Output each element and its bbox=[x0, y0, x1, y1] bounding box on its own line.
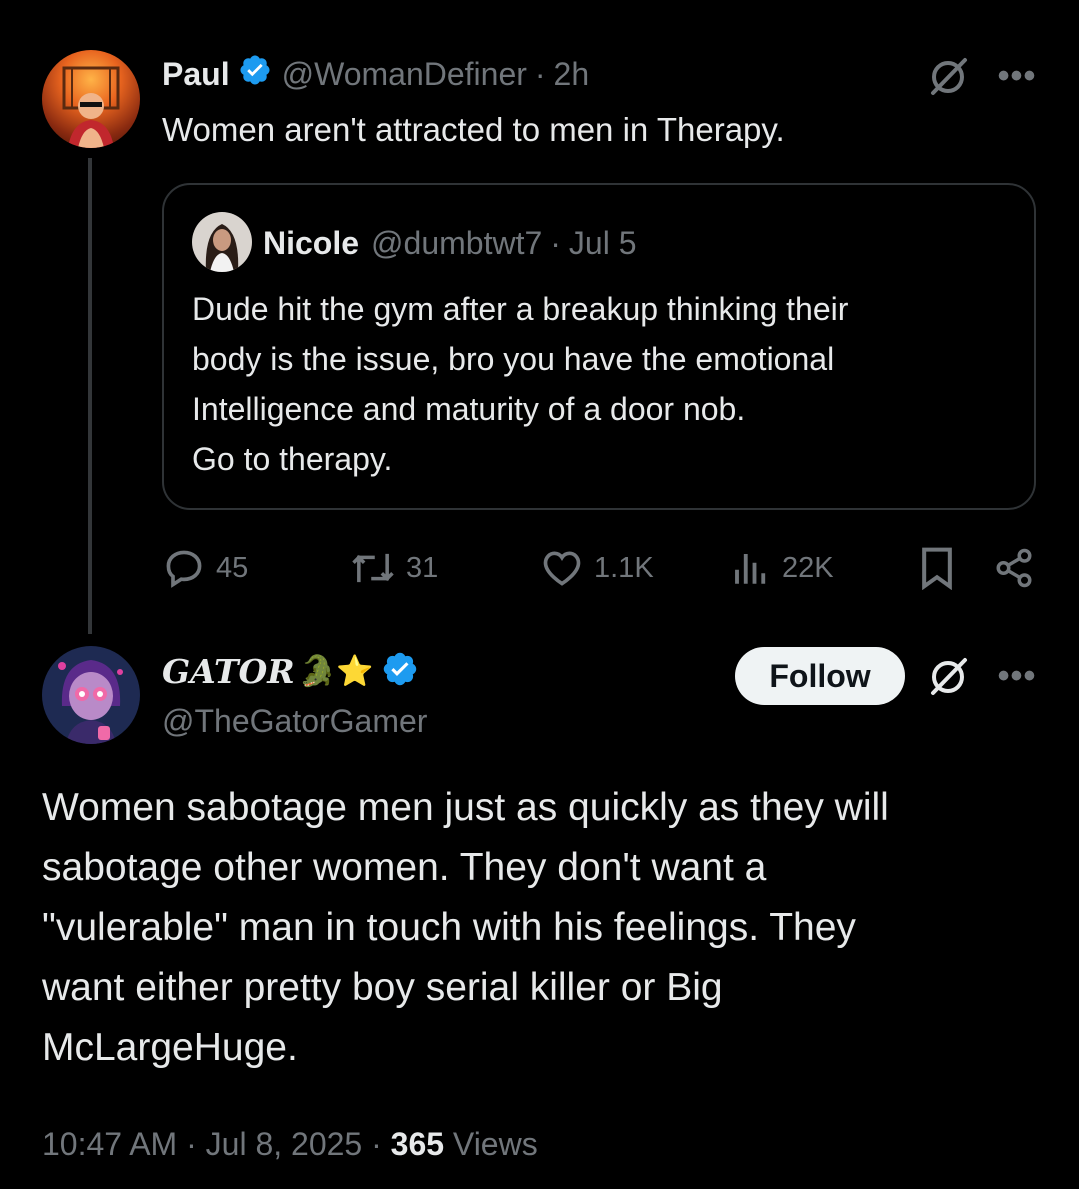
separator: · bbox=[371, 1126, 382, 1162]
post-meta: 10:47 AM · Jul 8, 2025 · 365 Views bbox=[42, 1122, 538, 1166]
quote-time: Jul 5 bbox=[568, 224, 637, 261]
repost-count: 31 bbox=[406, 551, 439, 584]
bookmark-button[interactable] bbox=[914, 544, 960, 592]
avatar-gator[interactable] bbox=[42, 646, 140, 744]
repost-icon bbox=[352, 553, 394, 583]
avatar-nicole[interactable] bbox=[192, 212, 252, 272]
avatar-paul[interactable] bbox=[42, 50, 140, 148]
quote-text: Dude hit the gym after a breakup thinkin… bbox=[192, 284, 848, 484]
post-date[interactable]: Jul 8, 2025 bbox=[206, 1126, 363, 1162]
quote-handle[interactable]: @dumbtwt7 bbox=[371, 225, 542, 262]
parent-post-text: Women aren't attracted to men in Therapy… bbox=[162, 111, 785, 148]
views-button[interactable]: 22K bbox=[730, 546, 834, 590]
main-display-name[interactable]: GATOR bbox=[162, 652, 295, 691]
views-label: Views bbox=[452, 1126, 538, 1162]
share-icon bbox=[996, 548, 1032, 588]
separator: · bbox=[550, 224, 561, 261]
more-icon[interactable]: ••• bbox=[995, 56, 1039, 96]
quote-line: Intelligence and maturity of a door nob. bbox=[192, 391, 746, 427]
separator: · bbox=[186, 1126, 197, 1162]
main-post-line: "vulerable" man in touch with his feelin… bbox=[42, 906, 856, 949]
repost-button[interactable]: 31 bbox=[350, 546, 438, 590]
avatar-gator-image bbox=[58, 660, 123, 744]
quote-display-name[interactable]: Nicole bbox=[263, 225, 359, 262]
like-icon bbox=[543, 551, 581, 586]
quote-line: Go to therapy. bbox=[192, 441, 393, 477]
parent-time[interactable]: 2h bbox=[554, 56, 590, 93]
like-button[interactable]: 1.1K bbox=[540, 546, 654, 590]
name-emoji: 🐊⭐ bbox=[298, 654, 374, 688]
parent-handle[interactable]: @WomanDefiner bbox=[282, 56, 527, 93]
grok-icon[interactable] bbox=[925, 54, 971, 100]
views-count: 365 bbox=[390, 1126, 445, 1162]
avatar-nicole-image bbox=[205, 224, 239, 272]
bookmark-icon bbox=[922, 547, 952, 590]
views-count: 22K bbox=[782, 551, 834, 584]
quote-header: Nicole @dumbtwt7 · Jul 5 bbox=[263, 222, 637, 264]
main-post-header: GATOR 🐊⭐ bbox=[162, 648, 419, 694]
more-icon[interactable]: ••• bbox=[995, 656, 1039, 696]
separator: · bbox=[534, 55, 546, 92]
reply-count: 45 bbox=[216, 551, 249, 584]
main-post-line: sabotage other women. They don't want a bbox=[42, 846, 767, 889]
main-post-line: want either pretty boy serial killer or … bbox=[42, 966, 723, 1009]
quote-line: Dude hit the gym after a breakup thinkin… bbox=[192, 291, 849, 327]
verified-badge-icon bbox=[238, 53, 272, 95]
reply-button[interactable]: 45 bbox=[162, 546, 248, 590]
main-post-text: Women sabotage men just as quickly as th… bbox=[42, 778, 889, 1078]
avatar-paul-image bbox=[62, 66, 120, 148]
parent-display-name[interactable]: Paul bbox=[162, 56, 230, 93]
main-handle[interactable]: @TheGatorGamer bbox=[162, 700, 427, 742]
follow-button[interactable]: Follow bbox=[735, 647, 905, 705]
quote-line: body is the issue, bro you have the emot… bbox=[192, 341, 835, 377]
main-post-line: Women sabotage men just as quickly as th… bbox=[42, 786, 889, 829]
thread-line bbox=[88, 158, 92, 634]
like-count: 1.1K bbox=[594, 551, 654, 584]
reply-icon bbox=[166, 550, 202, 588]
verified-badge-icon bbox=[381, 650, 419, 693]
parent-post-header: Paul @WomanDefiner · 2h bbox=[162, 52, 589, 96]
views-icon bbox=[735, 554, 766, 584]
share-button[interactable] bbox=[990, 544, 1038, 592]
main-post-line: McLargeHuge. bbox=[42, 1026, 298, 1069]
grok-icon[interactable] bbox=[925, 654, 971, 700]
post-time[interactable]: 10:47 AM bbox=[42, 1126, 177, 1162]
